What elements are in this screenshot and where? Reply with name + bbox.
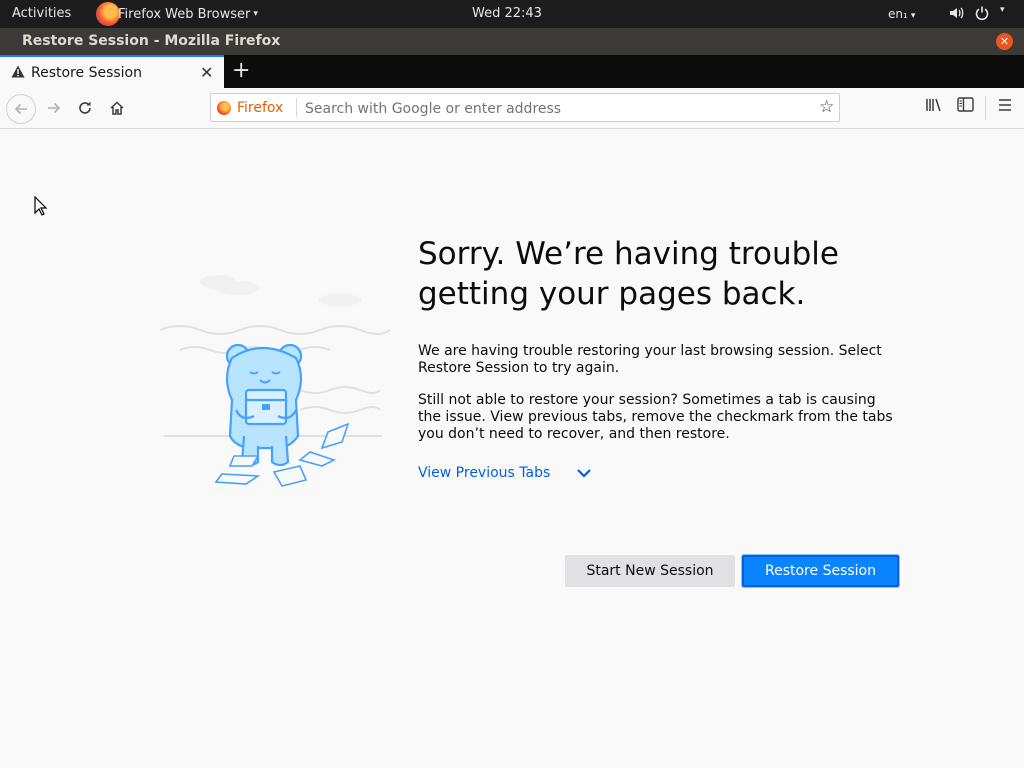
divider [296, 98, 297, 117]
input-language-indicator[interactable]: en₁ ▾ [888, 7, 915, 21]
identity-badge[interactable]: Firefox [217, 100, 283, 116]
firefox-logo-icon [96, 2, 120, 26]
back-button[interactable] [6, 94, 36, 124]
sad-bear-illustration [159, 275, 390, 487]
restore-session-button[interactable]: Restore Session [742, 555, 899, 587]
tab-restore-session[interactable]: Restore Session ✕ [0, 55, 224, 88]
app-menu-label: Firefox Web Browser [118, 6, 251, 22]
restore-session-label: Restore Session [765, 563, 876, 579]
window-title: Restore Session - Mozilla Firefox [22, 33, 281, 49]
start-new-session-label: Start New Session [586, 563, 714, 579]
chevron-down-icon: ▾ [1000, 5, 1005, 15]
tab-strip: Restore Session ✕ + [0, 55, 1024, 88]
volume-icon [948, 5, 964, 25]
tab-label: Restore Session [31, 65, 142, 81]
home-button[interactable] [105, 96, 129, 120]
reload-button[interactable] [73, 96, 97, 120]
hamburger-menu-icon[interactable] [997, 97, 1013, 116]
language-label: en₁ [888, 7, 908, 21]
chevron-down-icon: ▾ [910, 11, 916, 21]
search-input[interactable] [303, 97, 807, 120]
library-icon[interactable] [925, 97, 943, 117]
navigation-toolbar: Firefox ☆ [0, 88, 1024, 129]
identity-badge-label: Firefox [237, 100, 284, 116]
bookmark-star-icon[interactable]: ☆ [819, 97, 834, 117]
divider [985, 96, 986, 120]
window-title-bar: Restore Session - Mozilla Firefox ✕ [0, 28, 1024, 55]
view-previous-tabs-link[interactable]: View Previous Tabs [418, 465, 550, 481]
tab-close-icon[interactable]: ✕ [200, 63, 213, 82]
sidebar-icon[interactable] [957, 97, 974, 116]
clock[interactable]: Wed 22:43 [472, 6, 542, 21]
chevron-down-icon: ▾ [253, 9, 258, 19]
app-menu[interactable]: Firefox Web Browser ▾ [96, 0, 258, 28]
power-icon [974, 5, 990, 25]
address-bar[interactable]: Firefox ☆ [210, 93, 840, 122]
warning-icon [11, 65, 25, 82]
error-description: We are having trouble restoring your las… [418, 343, 882, 376]
start-new-session-button[interactable]: Start New Session [565, 555, 735, 587]
mouse-cursor-icon [34, 195, 48, 221]
system-menu[interactable]: ▾ [948, 5, 1005, 25]
activities-button[interactable]: Activities [12, 6, 71, 21]
forward-button[interactable] [42, 96, 66, 120]
new-tab-button[interactable]: + [232, 58, 250, 83]
error-help-text: Still not able to restore your session? … [418, 392, 893, 442]
page-title: Sorry. We’re having trouble getting your… [418, 236, 839, 312]
window-close-button[interactable]: ✕ [996, 33, 1013, 50]
gnome-top-bar: Activities Firefox Web Browser ▾ Wed 22:… [0, 0, 1024, 28]
chevron-down-icon[interactable] [575, 465, 593, 481]
firefox-logo-icon [217, 101, 231, 115]
